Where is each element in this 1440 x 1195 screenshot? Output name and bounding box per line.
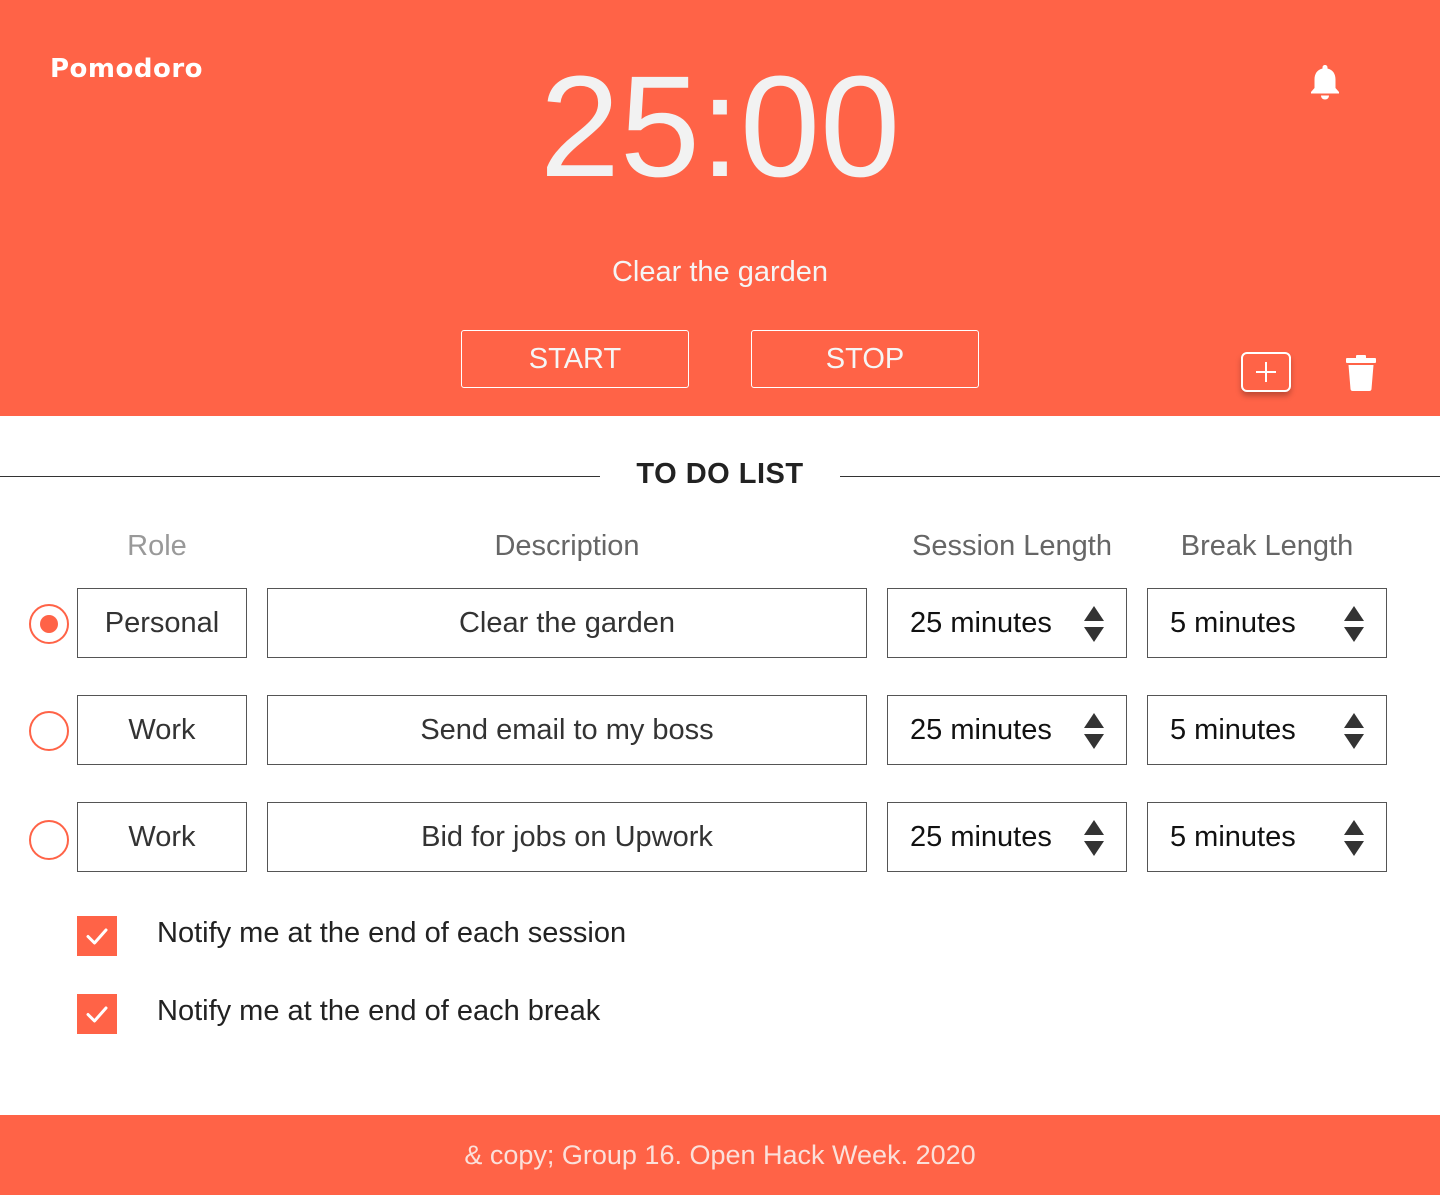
trash-icon[interactable]: [1344, 355, 1378, 391]
session-length-value: 25 minutes: [910, 713, 1052, 746]
break-length-value: 5 minutes: [1170, 713, 1296, 746]
break-length-select[interactable]: 5 minutes: [1147, 695, 1387, 765]
notify-session-checkbox[interactable]: [77, 916, 117, 956]
break-length-select[interactable]: 5 minutes: [1147, 802, 1387, 872]
plus-icon: [1256, 362, 1276, 382]
session-length-value: 25 minutes: [910, 606, 1052, 639]
role-field[interactable]: Work: [77, 802, 247, 872]
bell-icon[interactable]: [1306, 62, 1344, 102]
stop-button[interactable]: STOP: [751, 330, 979, 388]
spinner-arrows-icon[interactable]: [1084, 820, 1104, 856]
break-length-value: 5 minutes: [1170, 606, 1296, 639]
break-length-select[interactable]: 5 minutes: [1147, 588, 1387, 658]
footer-copyright: & copy; Group 16. Open Hack Week. 2020: [464, 1139, 976, 1170]
task-row: Personal Clear the garden 25 minutes 5 m…: [0, 588, 1440, 658]
spinner-arrows-icon[interactable]: [1084, 713, 1104, 749]
notify-break-label: Notify me at the end of each break: [157, 995, 601, 1027]
current-task-label: Clear the garden: [611, 256, 829, 288]
description-field[interactable]: Bid for jobs on Upwork: [267, 802, 867, 872]
role-field[interactable]: Personal: [77, 588, 247, 658]
add-task-button[interactable]: [1241, 352, 1291, 392]
header-bar: Pomodoro 25:00 Clear the garden START ST…: [0, 0, 1440, 416]
session-length-value: 25 minutes: [910, 820, 1052, 853]
task-row: Work Bid for jobs on Upwork 25 minutes 5…: [0, 802, 1440, 872]
spinner-arrows-icon[interactable]: [1344, 713, 1364, 749]
spinner-arrows-icon[interactable]: [1084, 606, 1104, 642]
session-length-select[interactable]: 25 minutes: [887, 802, 1127, 872]
column-header-role: Role: [127, 530, 187, 562]
todo-title: TO DO LIST: [636, 458, 804, 490]
checkmark-icon: [86, 1006, 108, 1023]
timer-display: 25:00: [539, 46, 901, 207]
notify-session-option: Notify me at the end of each session: [77, 916, 877, 956]
footer-bar: & copy; Group 16. Open Hack Week. 2020: [0, 1115, 1440, 1195]
session-length-select[interactable]: 25 minutes: [887, 588, 1127, 658]
spinner-arrows-icon[interactable]: [1344, 606, 1364, 642]
task-radio[interactable]: [29, 820, 69, 860]
divider-right: [840, 476, 1440, 477]
column-header-description: Description: [494, 530, 640, 562]
spinner-arrows-icon[interactable]: [1344, 820, 1364, 856]
notify-break-option: Notify me at the end of each break: [77, 994, 877, 1034]
notify-session-label: Notify me at the end of each session: [157, 917, 627, 949]
description-field[interactable]: Clear the garden: [267, 588, 867, 658]
radio-selected-dot: [40, 615, 58, 633]
task-radio[interactable]: [29, 604, 69, 644]
notify-break-checkbox[interactable]: [77, 994, 117, 1034]
description-field[interactable]: Send email to my boss: [267, 695, 867, 765]
checkmark-icon: [86, 928, 108, 945]
start-button[interactable]: START: [461, 330, 689, 388]
break-length-value: 5 minutes: [1170, 820, 1296, 853]
session-length-select[interactable]: 25 minutes: [887, 695, 1127, 765]
task-row: Work Send email to my boss 25 minutes 5 …: [0, 695, 1440, 765]
task-radio[interactable]: [29, 711, 69, 751]
column-header-break-length: Break Length: [1180, 530, 1354, 562]
role-field[interactable]: Work: [77, 695, 247, 765]
column-header-session-length: Session Length: [912, 530, 1112, 562]
